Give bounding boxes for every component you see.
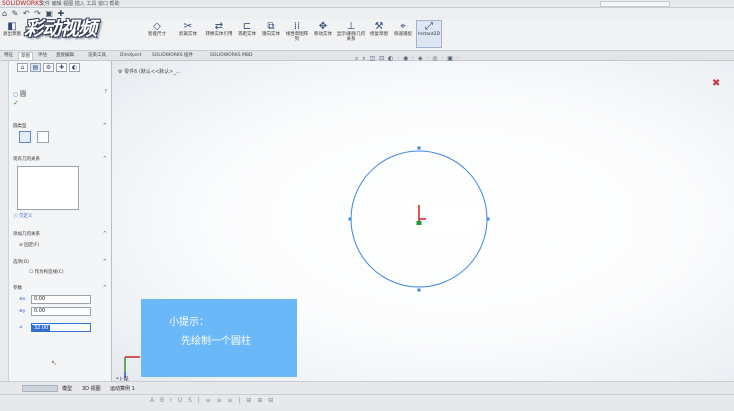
tip-text: 先绘制一个圆柱	[181, 336, 251, 347]
tab-model[interactable]: 模型	[62, 385, 72, 392]
quadrant-point-left[interactable]	[348, 217, 352, 221]
tab-3d-views[interactable]: 3D 视图	[82, 385, 101, 392]
cancel-sketch-icon[interactable]: ✖	[712, 78, 720, 89]
quadrant-point-top[interactable]	[417, 146, 421, 150]
quadrant-point-right[interactable]	[486, 217, 490, 221]
tip-box: 小提示： 先绘制一个圆柱	[141, 299, 297, 377]
quadrant-point-bottom[interactable]	[417, 288, 421, 292]
tip-title: 小提示：	[169, 317, 209, 328]
model-tab-box[interactable]	[22, 385, 58, 392]
status-toolbar[interactable]: A B I U S | ≡ ≡ ≡ | ⊞ ⊞ ⊞	[150, 397, 275, 404]
origin-icon	[416, 205, 426, 225]
view-triad-icon	[124, 356, 140, 378]
bottom-tab-bar: 模型 3D 视图 运动算例 1 A B I U S | ≡ ≡ ≡ | ⊞ ⊞ …	[0, 381, 734, 411]
status-divider	[0, 394, 734, 395]
sketch-overlay	[124, 146, 490, 378]
tab-motion-study[interactable]: 运动算例 1	[110, 385, 135, 392]
